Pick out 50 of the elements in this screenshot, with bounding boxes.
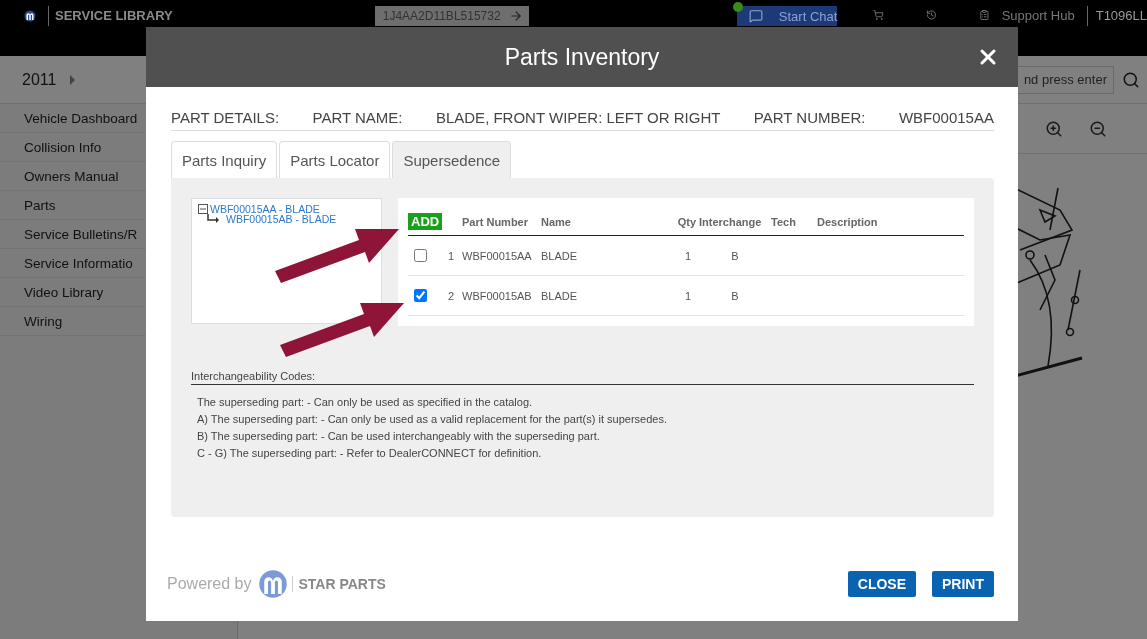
child-arrow-icon — [206, 214, 220, 224]
close-button[interactable]: CLOSE — [847, 571, 916, 597]
column-header: Interchange — [699, 215, 763, 228]
row-checkbox[interactable] — [414, 289, 427, 302]
chat-icon — [748, 9, 763, 23]
table-cell-text: BLADE — [541, 289, 579, 302]
code-description: A) The superseding part: - Can only be used as a valid replacement for the part(s) it supersedes. — [197, 412, 668, 427]
code-description: The superseding part: - Can only be used as specified in the catalog. — [197, 395, 534, 410]
part-number-label: PART NUMBER: — [753, 109, 866, 126]
part-name-label: PART NAME: — [312, 109, 403, 126]
dialog-title: Parts Inventory — [504, 43, 660, 71]
table-cell-text: 1 — [448, 249, 456, 262]
add-button[interactable]: ADD — [408, 213, 443, 230]
table-cell-text: B — [730, 249, 740, 262]
column-header: Qty — [676, 215, 697, 228]
tab[interactable]: Parts Locator — [279, 141, 391, 178]
table-cell-text: 2 — [448, 289, 456, 302]
table-cell-text: WBF00015AA — [462, 249, 533, 262]
print-button[interactable]: PRINT — [932, 571, 994, 597]
powered-by-text: Powered by — [167, 575, 252, 593]
zoom-in-icon[interactable] — [1045, 119, 1063, 138]
caret-icon[interactable] — [70, 74, 76, 85]
part-name: BLADE, FRONT WIPER: LEFT OR RIGHT — [435, 109, 721, 126]
brand-name: STAR PARTS — [291, 576, 386, 592]
column-header: Tech — [771, 215, 797, 228]
year-selector[interactable]: 2011 — [22, 70, 57, 89]
app-title: SERVICE LIBRARY — [47, 6, 173, 26]
column-header: Description — [817, 215, 879, 228]
column-header: Name — [541, 215, 572, 228]
user-id: T1096LL — [1086, 6, 1147, 26]
row-checkbox[interactable] — [414, 249, 427, 262]
logo-icon — [257, 569, 288, 599]
part-number: WBF00015AA — [898, 109, 994, 126]
codes-title: Interchangeability Codes: — [191, 370, 974, 385]
go-icon[interactable] — [508, 9, 523, 23]
support-hub-link[interactable]: Support Hub — [1001, 6, 1075, 26]
zoom-out-icon[interactable] — [1089, 119, 1107, 138]
code-description: B) The superseding part: - Can be used interchangeably with the superseding part. — [197, 429, 601, 444]
vin-field[interactable]: 1J4AA2D11BL515732 — [374, 6, 529, 26]
table-cell-text: BLADE — [541, 249, 579, 262]
search-icon[interactable] — [1122, 70, 1140, 89]
table-cell-text: 1 — [683, 289, 692, 302]
table-cell-text: WBF00015AB — [462, 289, 533, 302]
table-cell-text: B — [730, 289, 740, 302]
column-header: Part Number — [462, 215, 530, 228]
code-description: C - G) The superseding part: - Refer to DealerCONNECT for definition. — [197, 446, 543, 461]
collapse-icon[interactable] — [198, 204, 208, 214]
tab[interactable]: Supersedence — [392, 141, 512, 178]
table-cell-text: 1 — [683, 249, 692, 262]
tab[interactable]: Parts Inquiry — [171, 141, 278, 178]
